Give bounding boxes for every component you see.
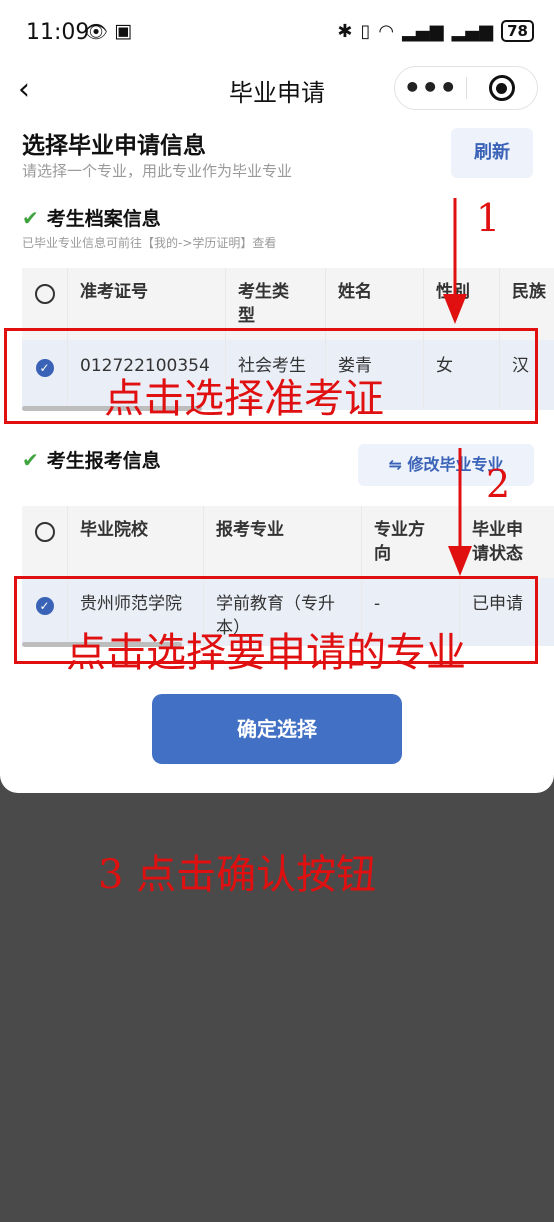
archive-heading: ✔ 考生档案信息	[22, 205, 161, 231]
status-bar: 11:09 👁 ▣ ✱ ▯ ◠ ▂▄▆ ▂▄▆ 78	[0, 0, 554, 64]
wifi-icon: ◠	[378, 20, 395, 42]
column-header: 毕业院校	[68, 506, 204, 578]
vibrate-icon: ▯	[360, 20, 371, 42]
bluetooth-icon: ✱	[337, 20, 353, 42]
select-all-radio[interactable]	[34, 284, 55, 304]
archive-note: 已毕业专业信息可前往【我的->学历证明】查看	[22, 236, 277, 250]
section-subtitle: 请选择一个专业，用此专业作为毕业专业	[22, 162, 293, 180]
annotation-text-3: 3 点击确认按钮	[98, 852, 377, 898]
annotation-text-1: 点击选择准考证	[104, 376, 384, 422]
more-icon[interactable]: •••	[395, 74, 466, 102]
annotation-arrow-1	[443, 198, 467, 324]
annotation-number-1: 1	[476, 196, 501, 240]
signal-icon: ▂▄▆	[402, 20, 444, 42]
miniprogram-capsule: •••	[394, 66, 538, 110]
eye-icon: 👁	[84, 21, 109, 43]
status-time: 11:09	[26, 20, 90, 45]
annotation-text-2: 点击选择要申请的专业	[66, 630, 466, 676]
section-title: 选择毕业申请信息	[22, 133, 206, 159]
nav-bar: ‹ 毕业申请 •••	[0, 64, 554, 114]
confirm-button[interactable]: 确定选择	[152, 694, 402, 764]
select-all-radio[interactable]	[34, 522, 55, 542]
close-miniprogram-icon[interactable]	[467, 75, 538, 101]
enroll-heading: ✔ 考生报考信息	[22, 447, 161, 473]
check-icon: ✔	[22, 447, 39, 472]
annotation-arrow-2	[448, 448, 472, 576]
nfc-icon: ▣	[114, 20, 133, 42]
refresh-button[interactable]: 刷新	[451, 128, 533, 178]
column-header: 报考专业	[204, 506, 362, 578]
signal-icon-2: ▂▄▆	[451, 20, 494, 42]
check-icon: ✔	[22, 205, 39, 230]
annotation-number-2: 2	[486, 462, 511, 506]
battery-icon: 78	[501, 20, 534, 42]
